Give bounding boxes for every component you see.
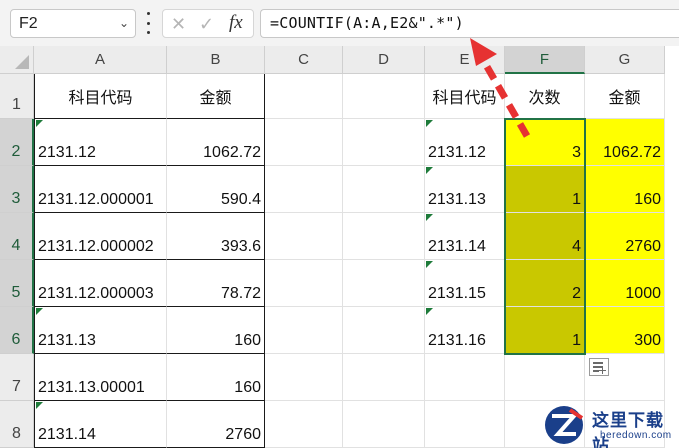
watermark-url: heredown.com bbox=[600, 430, 672, 441]
watermark-title: 这里下载站 bbox=[592, 411, 664, 448]
watermark: 这里下载站 heredown.com bbox=[540, 402, 679, 448]
heredown-logo-icon bbox=[545, 406, 584, 444]
red-dashed-arrow-icon bbox=[470, 38, 531, 138]
